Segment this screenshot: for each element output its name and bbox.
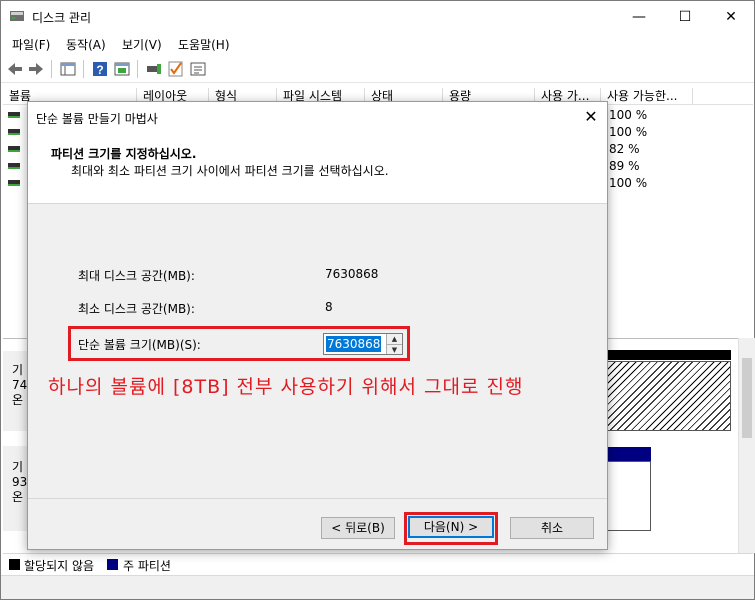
primary-partition[interactable] (601, 461, 651, 531)
back-button[interactable]: < 뒤로(B) (321, 517, 395, 539)
window-title: 디스크 관리 (32, 11, 92, 25)
title-bar: 디스크 관리 — ☐ ✕ (1, 1, 754, 32)
menu-action[interactable]: 동작(A) (66, 36, 106, 53)
disk-info-box[interactable]: 기 74 온 (3, 351, 27, 431)
volume-icon (8, 129, 20, 135)
volume-icon (8, 163, 20, 169)
toolbar-separator (137, 60, 138, 78)
disk-line: 온 (12, 393, 24, 407)
dialog-title-bar: 단순 볼륨 만들기 마법사 ✕ (28, 102, 607, 133)
dialog-footer-divider (28, 498, 607, 499)
settings-icon[interactable] (189, 60, 207, 78)
legend-primary: 주 파티션 (123, 559, 171, 573)
scrollbar-thumb[interactable] (742, 358, 752, 438)
percent-free: 82 % (609, 142, 640, 156)
legend-unallocated: 할당되지 않음 (24, 559, 95, 573)
highlight-box (404, 512, 498, 545)
connect-icon[interactable] (145, 60, 163, 78)
volume-size-stepper[interactable]: 7630868 ▲ ▼ (323, 333, 403, 355)
menu-bar: 파일(F) 동작(A) 보기(V) 도움말(H) (1, 32, 754, 54)
disk-info-box[interactable]: 기 93 온 (3, 446, 27, 531)
legend: 할당되지 않음 주 파티션 (3, 553, 753, 575)
min-space-label: 최소 디스크 공간(MB): (78, 302, 195, 316)
toolbar-separator (83, 60, 84, 78)
cancel-button[interactable]: 취소 (510, 517, 594, 539)
toolbar: ? (1, 55, 754, 83)
menu-view[interactable]: 보기(V) (122, 36, 162, 53)
primary-partition-bar (601, 447, 651, 461)
properties-icon[interactable] (113, 60, 131, 78)
dialog-subheading: 최대와 최소 파티션 크기 사이에서 파티션 크기를 선택하십시오. (71, 164, 389, 178)
svg-text:?: ? (96, 63, 103, 77)
unallocated-swatch (9, 559, 20, 570)
help-icon[interactable]: ? (91, 60, 109, 78)
vertical-scrollbar[interactable] (738, 338, 755, 553)
check-icon[interactable] (167, 60, 185, 78)
spin-up-icon[interactable]: ▲ (386, 334, 402, 344)
percent-free: 100 % (609, 125, 648, 139)
primary-swatch (107, 559, 118, 570)
unallocated-partition[interactable] (601, 361, 731, 431)
disk-line: 기 (12, 460, 24, 474)
disk-management-icon (10, 11, 24, 21)
console-tree-icon[interactable] (59, 60, 77, 78)
volume-icon (8, 112, 20, 118)
close-button[interactable]: ✕ (708, 1, 754, 32)
back-arrow-icon[interactable] (6, 60, 24, 78)
percent-free: 100 % (609, 176, 648, 190)
dialog-heading: 파티션 크기를 지정하십시오. (51, 147, 197, 161)
max-space-label: 최대 디스크 공간(MB): (78, 269, 195, 283)
minimize-button[interactable]: — (616, 1, 662, 32)
unallocated-bar (601, 350, 731, 360)
dialog-close-icon[interactable]: ✕ (581, 107, 601, 127)
menu-help[interactable]: 도움말(H) (178, 36, 230, 53)
disk-line: 기 (12, 363, 24, 377)
forward-arrow-icon[interactable] (27, 60, 45, 78)
annotation-text: 하나의 볼륨에 [8TB] 전부 사용하기 위해서 그대로 진행 (48, 376, 524, 398)
status-bar (1, 575, 754, 599)
max-space-value: 7630868 (325, 267, 379, 281)
dialog-header: 파티션 크기를 지정하십시오. 최대와 최소 파티션 크기 사이에서 파티션 크… (28, 133, 607, 204)
disk-line: 74 (12, 378, 28, 392)
column-percent-free[interactable]: 사용 가능한... (601, 88, 693, 104)
disk-line: 93 (12, 475, 28, 489)
dialog-title: 단순 볼륨 만들기 마법사 (36, 112, 158, 126)
maximize-button[interactable]: ☐ (662, 1, 708, 32)
volume-icon (8, 180, 20, 186)
spin-down-icon[interactable]: ▼ (386, 344, 402, 354)
percent-free: 100 % (609, 108, 648, 122)
percent-free: 89 % (609, 159, 640, 173)
simple-volume-wizard-dialog: 단순 볼륨 만들기 마법사 ✕ 파티션 크기를 지정하십시오. 최대와 최소 파… (27, 101, 608, 550)
menu-file[interactable]: 파일(F) (12, 36, 50, 53)
disk-line: 온 (12, 490, 24, 504)
volume-size-label: 단순 볼륨 크기(MB)(S): (78, 338, 201, 352)
toolbar-separator (51, 60, 52, 78)
disk-management-window: 디스크 관리 — ☐ ✕ 파일(F) 동작(A) 보기(V) 도움말(H) ? … (0, 0, 755, 600)
min-space-value: 8 (325, 300, 333, 314)
volume-size-input[interactable]: 7630868 (326, 336, 382, 352)
volume-icon (8, 146, 20, 152)
